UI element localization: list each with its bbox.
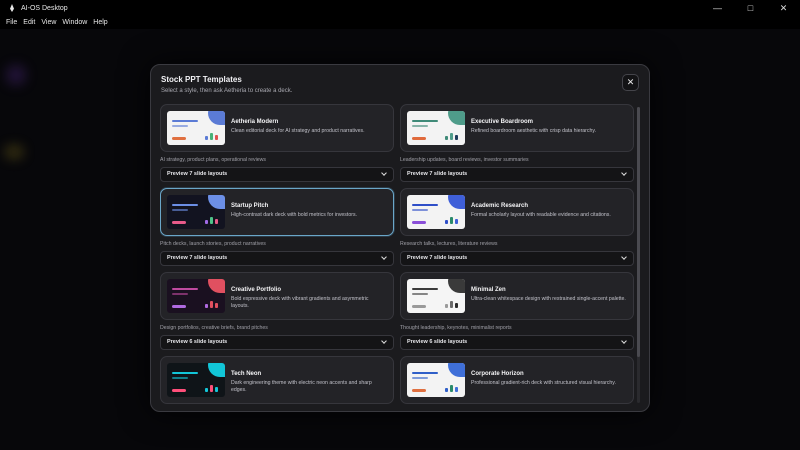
template-card[interactable]: Tech Neon Dark engineering theme with ele… <box>160 356 394 404</box>
window-controls: — □ ✕ <box>701 0 800 16</box>
preview-layouts-label: Preview 7 slide layouts <box>167 171 228 177</box>
template-item: Tech Neon Dark engineering theme with ele… <box>160 356 394 404</box>
template-thumbnail <box>407 111 465 145</box>
background-glow <box>6 65 26 85</box>
template-card[interactable]: Creative Portfolio Bold expressive deck w… <box>160 272 394 320</box>
title-bar: AI-OS Desktop — □ ✕ <box>0 0 800 16</box>
maximize-button[interactable]: □ <box>734 0 767 16</box>
template-description: Bold expressive deck with vibrant gradie… <box>231 296 369 309</box>
template-use-cases: Leadership updates, board reviews, inves… <box>400 157 529 163</box>
dialog-subtitle: Select a style, then ask Aetheria to cre… <box>161 88 293 94</box>
menu-edit[interactable]: Edit <box>23 19 35 26</box>
chevron-down-icon <box>381 171 387 177</box>
preview-layouts-dropdown[interactable]: Preview 6 slide layouts <box>160 335 394 350</box>
chevron-down-icon <box>381 339 387 345</box>
preview-layouts-label: Preview 7 slide layouts <box>167 255 228 261</box>
template-thumbnail <box>407 195 465 229</box>
template-item: Minimal Zen Ultra-clean whitespace design… <box>400 272 634 352</box>
template-name: Corporate Horizon <box>471 371 524 377</box>
preview-layouts-dropdown[interactable]: Preview 7 slide layouts <box>400 167 634 182</box>
template-item: Corporate Horizon Professional gradient-r… <box>400 356 634 404</box>
template-description: Ultra-clean whitespace design with restr… <box>471 296 626 302</box>
preview-layouts-dropdown[interactable]: Preview 6 slide layouts <box>400 335 634 350</box>
preview-layouts-label: Preview 6 slide layouts <box>167 339 228 345</box>
template-card[interactable]: Academic Research Formal scholarly layout… <box>400 188 634 236</box>
template-thumbnail <box>167 363 225 397</box>
background-glow <box>4 145 24 159</box>
dialog-title: Stock PPT Templates <box>161 75 242 84</box>
template-grid: Aetheria Modern Clean editorial deck for … <box>160 104 634 404</box>
template-use-cases: Thought leadership, keynotes, minimalist… <box>400 325 512 331</box>
close-button[interactable]: ✕ <box>622 74 639 91</box>
chevron-down-icon <box>381 255 387 261</box>
template-name: Tech Neon <box>231 371 262 377</box>
template-card[interactable]: Corporate Horizon Professional gradient-r… <box>400 356 634 404</box>
menu-view[interactable]: View <box>41 19 56 26</box>
template-thumbnail <box>167 279 225 313</box>
template-card[interactable]: Executive Boardroom Refined boardroom aes… <box>400 104 634 152</box>
menu-window[interactable]: Window <box>62 19 87 26</box>
template-use-cases: Design portfolios, creative briefs, bran… <box>160 325 268 331</box>
preview-layouts-dropdown[interactable]: Preview 7 slide layouts <box>160 251 394 266</box>
template-name: Aetheria Modern <box>231 119 279 125</box>
template-item: Aetheria Modern Clean editorial deck for … <box>160 104 394 184</box>
preview-layouts-dropdown[interactable]: Preview 7 slide layouts <box>400 251 634 266</box>
template-use-cases: AI strategy, product plans, operational … <box>160 157 267 163</box>
window-title: AI-OS Desktop <box>21 4 68 12</box>
preview-layouts-label: Preview 7 slide layouts <box>407 171 468 177</box>
template-name: Academic Research <box>471 203 529 209</box>
preview-layouts-label: Preview 7 slide layouts <box>407 255 468 261</box>
window-close-button[interactable]: ✕ <box>767 0 800 16</box>
scrollbar-thumb[interactable] <box>637 107 640 357</box>
template-description: Dark engineering theme with electric neo… <box>231 380 372 393</box>
menu-bar: File Edit View Window Help <box>0 16 800 29</box>
template-name: Minimal Zen <box>471 287 506 293</box>
app-logo-icon <box>8 4 16 12</box>
template-item: Creative Portfolio Bold expressive deck w… <box>160 272 394 352</box>
template-card[interactable]: Startup Pitch High-contrast dark deck wit… <box>160 188 394 236</box>
template-name: Startup Pitch <box>231 203 269 209</box>
template-use-cases: Pitch decks, launch stories, product nar… <box>160 241 266 247</box>
template-thumbnail <box>167 111 225 145</box>
menu-file[interactable]: File <box>6 19 17 26</box>
template-name: Creative Portfolio <box>231 287 282 293</box>
template-description: Formal scholarly layout with readable ev… <box>471 212 611 218</box>
template-name: Executive Boardroom <box>471 119 534 125</box>
template-description: Professional gradient-rich deck with str… <box>471 380 616 386</box>
menu-help[interactable]: Help <box>93 19 107 26</box>
template-thumbnail <box>167 195 225 229</box>
template-description: Refined boardroom aesthetic with crisp d… <box>471 128 597 134</box>
scrollbar[interactable] <box>637 107 640 403</box>
template-card[interactable]: Aetheria Modern Clean editorial deck for … <box>160 104 394 152</box>
chevron-down-icon <box>621 255 627 261</box>
chevron-down-icon <box>621 339 627 345</box>
template-thumbnail <box>407 279 465 313</box>
chevron-down-icon <box>621 171 627 177</box>
template-item: Academic Research Formal scholarly layout… <box>400 188 634 268</box>
preview-layouts-label: Preview 6 slide layouts <box>407 339 468 345</box>
preview-layouts-dropdown[interactable]: Preview 7 slide layouts <box>160 167 394 182</box>
template-thumbnail <box>407 363 465 397</box>
template-description: Clean editorial deck for AI strategy and… <box>231 128 365 134</box>
minimize-button[interactable]: — <box>701 0 734 16</box>
template-item: Startup Pitch High-contrast dark deck wit… <box>160 188 394 268</box>
template-item: Executive Boardroom Refined boardroom aes… <box>400 104 634 184</box>
template-description: High-contrast dark deck with bold metric… <box>231 212 357 218</box>
template-use-cases: Research talks, lectures, literature rev… <box>400 241 498 247</box>
template-card[interactable]: Minimal Zen Ultra-clean whitespace design… <box>400 272 634 320</box>
templates-dialog: Stock PPT Templates Select a style, then… <box>150 64 650 412</box>
